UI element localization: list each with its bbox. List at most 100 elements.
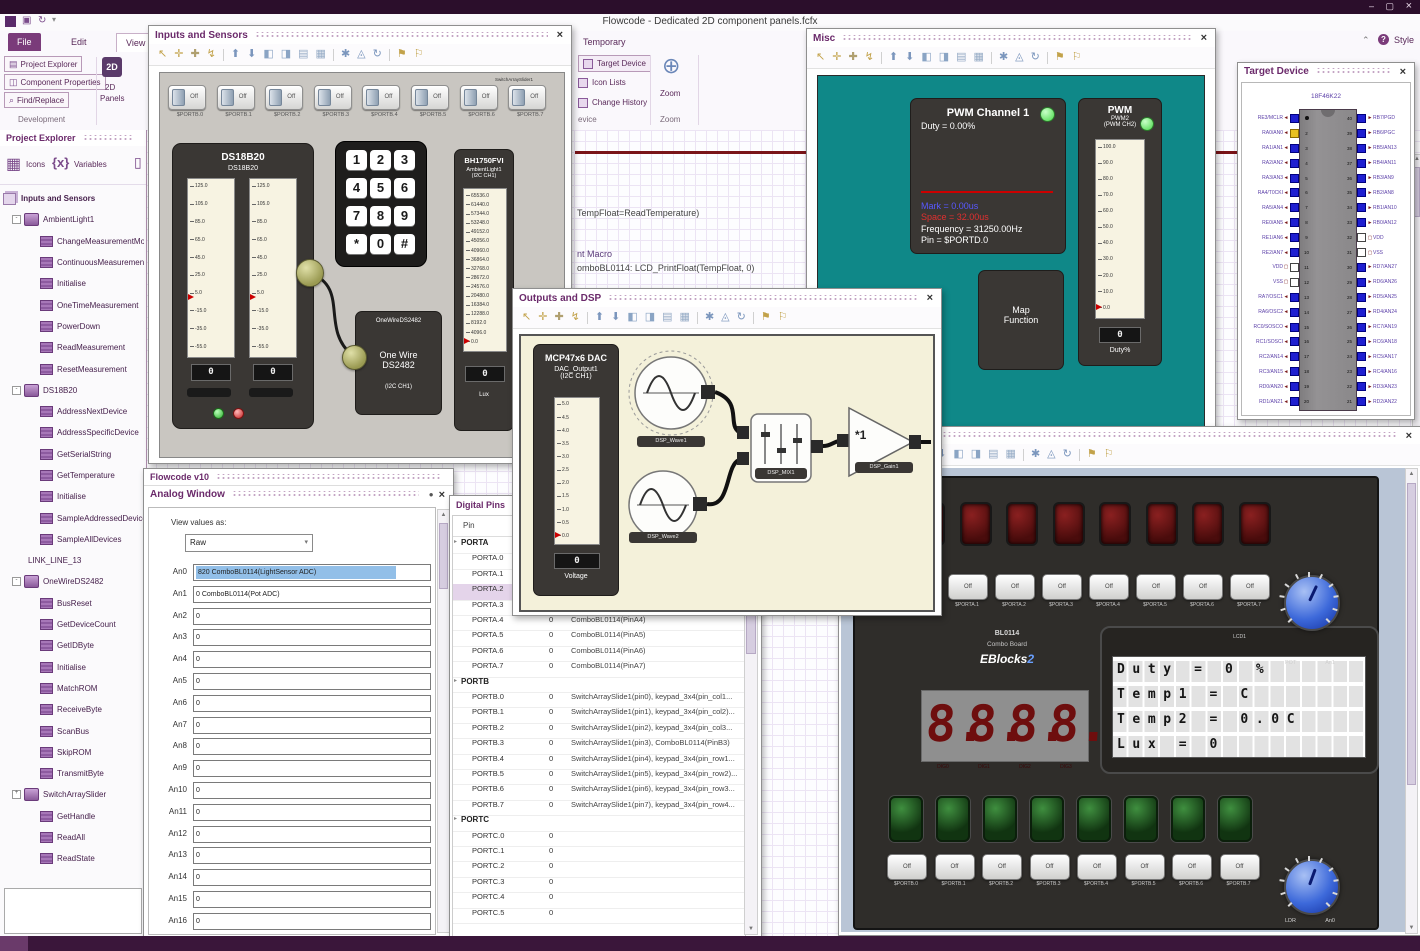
slide-switch[interactable]: Off — [508, 85, 547, 110]
pin-row[interactable]: PORTC.0 0 — [453, 831, 745, 846]
zoom-icon[interactable]: ⊕ — [662, 53, 680, 79]
analog-value-field[interactable]: 0 — [193, 607, 431, 625]
tree-item[interactable]: ReadState — [2, 848, 144, 869]
properties-tool-icon[interactable]: ✱ — [705, 312, 714, 323]
find-replace-button[interactable]: ⌕ Find/Replace — [4, 92, 70, 108]
align-right-icon[interactable]: ◨ — [645, 312, 655, 323]
slide-switch[interactable]: Off — [313, 85, 352, 110]
select-tool-icon[interactable]: ↖ — [522, 312, 531, 323]
tree-item[interactable]: AddressSpecificDevice — [2, 422, 144, 443]
tree-item[interactable]: PowerDown — [2, 316, 144, 337]
slide-switch[interactable]: Off — [362, 85, 401, 110]
keypad-key-7[interactable]: 7 — [346, 206, 367, 226]
pin-row[interactable]: PORTA.5 0 ComboBL0114(PinA5) — [453, 630, 745, 645]
keypad-key-9[interactable]: 9 — [394, 206, 415, 226]
keypad-key-1[interactable]: 1 — [346, 150, 367, 170]
map-function-block[interactable]: Map Function — [978, 270, 1064, 370]
distribute-icon[interactable]: ▤ — [662, 312, 672, 323]
analog-value-field[interactable]: 0 — [193, 738, 431, 756]
target-titlebar[interactable]: Target Device × — [1238, 63, 1414, 80]
pin-row[interactable]: PORTB.0 0 SwitchArraySlide1(pin0), keypad_… — [453, 692, 745, 707]
refresh-tool-icon[interactable]: ↻ — [373, 49, 382, 60]
flag-a-icon[interactable]: ⚑ — [1087, 449, 1097, 460]
board-switch[interactable]: Off — [1219, 854, 1260, 880]
tab-file[interactable]: File — [8, 33, 41, 51]
pan-tool-icon[interactable]: ✛ — [538, 312, 547, 323]
board-switch[interactable]: Off — [1042, 574, 1082, 600]
move-tool-icon[interactable]: ✚ — [190, 49, 199, 60]
tree-item[interactable]: OneTimeMeasurement — [2, 294, 144, 315]
tree-item[interactable]: GetSerialString — [2, 444, 144, 465]
flag-b-icon[interactable]: ⚐ — [778, 312, 788, 323]
inputs-titlebar[interactable]: Inputs and Sensors × — [149, 26, 571, 44]
refresh-tool-icon[interactable]: ↻ — [1063, 449, 1072, 460]
toggle-target-device[interactable]: Target Device — [578, 55, 651, 72]
scroll-thumb[interactable] — [1407, 483, 1416, 785]
analog-value-field[interactable]: 0 — [193, 694, 431, 712]
tree-item[interactable]: SkipROM — [2, 742, 144, 763]
flag-a-icon[interactable]: ⚑ — [761, 312, 771, 323]
keypad-key-8[interactable]: 8 — [370, 206, 391, 226]
close-icon[interactable]: × — [1398, 65, 1408, 79]
pin-row[interactable]: PORTA.4 0 ComboBL0114(PinA4) — [453, 615, 745, 630]
analog-titlebar[interactable]: Analog Window ● × — [144, 485, 453, 503]
rotate-tool-icon[interactable]: ↯ — [207, 49, 216, 60]
tree-item[interactable]: - AmbientLight1 — [2, 209, 144, 230]
tree-expander-icon[interactable]: + — [12, 790, 21, 800]
pin-row[interactable]: PORTA.7 0 ComboBL0114(PinA7) — [453, 661, 745, 676]
select-tool-icon[interactable]: ↖ — [158, 49, 167, 60]
pin-row[interactable]: PORTC.3 0 — [453, 877, 745, 892]
component-properties-button[interactable]: ◫ Component Properties — [4, 74, 106, 90]
analog-value-field[interactable]: 0 — [193, 869, 431, 887]
tab-edit[interactable]: Edit — [62, 33, 96, 51]
send-backward-icon[interactable]: ⬇ — [247, 49, 256, 60]
tree-item[interactable]: BusReset — [2, 593, 144, 614]
thermometer-scale-2[interactable]: 125.0 105.0 85.0 65.0 45.0 25.0 5.0 -15.0 -35.0 -… — [249, 178, 297, 358]
2d-icon[interactable]: 2D — [102, 57, 122, 77]
switch-handle[interactable] — [366, 89, 380, 106]
pin-row[interactable]: PORTB.2 0 SwitchArraySlide1(pin2), keypad_… — [453, 723, 745, 738]
icons-tab-label[interactable]: Icons — [26, 160, 45, 169]
align-right-icon[interactable]: ◨ — [939, 52, 949, 63]
simulate-tool-icon[interactable]: ◬ — [721, 312, 729, 323]
2d-panels-label-2[interactable]: Panels — [100, 94, 124, 103]
flag-b-icon[interactable]: ⚐ — [1104, 449, 1114, 460]
pin-row[interactable]: PORTB.6 0 SwitchArraySlide1(pin6), keypad_… — [453, 784, 745, 799]
tree-item[interactable]: Inputs and Sensors — [2, 188, 144, 209]
analog-value-field[interactable]: 0 — [193, 629, 431, 647]
board-switch[interactable]: Off — [982, 854, 1022, 880]
project-explorer-header[interactable]: Project Explorer — [0, 130, 146, 146]
pin-column-header[interactable]: Pin — [463, 521, 475, 530]
scroll-thumb[interactable] — [439, 523, 448, 589]
send-backward-icon[interactable]: ⬇ — [905, 52, 914, 63]
project-explorer-button[interactable]: ▤ Project Explorer — [4, 56, 83, 72]
rotate-tool-icon[interactable]: ↯ — [571, 312, 580, 323]
minimize-button[interactable]: – — [1369, 1, 1374, 11]
icons-tab-icon[interactable]: ▦ — [6, 154, 21, 174]
scroll-down-icon[interactable]: ▼ — [745, 926, 757, 932]
tree-item[interactable]: SampleAddressedDevice — [2, 507, 144, 528]
ldr-knob[interactable] — [1279, 854, 1341, 916]
tab-temporary[interactable]: Temporary — [574, 33, 635, 51]
pin-row[interactable]: PORTC.1 0 — [453, 846, 745, 861]
switch-handle[interactable] — [463, 89, 477, 106]
close-icon[interactable]: × — [555, 28, 565, 42]
dsp-mix-label[interactable]: DSP_MIX1 — [755, 468, 807, 479]
tree-item[interactable]: GetHandle — [2, 806, 144, 827]
analog-value-field[interactable]: 0 — [193, 760, 431, 778]
tree-item[interactable]: ChangeMeasurementMode — [2, 231, 144, 252]
properties-tool-icon[interactable]: ✱ — [341, 49, 350, 60]
dsp-wave2-label[interactable]: DSP_Wave2 — [629, 532, 697, 543]
keypad-key-6[interactable]: 6 — [394, 178, 415, 198]
grid-snap-icon[interactable]: ▦ — [680, 312, 690, 323]
zoom-button[interactable]: Zoom — [660, 89, 680, 98]
slide-switch[interactable]: Off — [168, 85, 206, 110]
misc-titlebar[interactable]: Misc × — [807, 29, 1215, 47]
analog-value-field[interactable]: 0 — [193, 673, 431, 690]
pin-row[interactable]: PORTB.4 0 SwitchArraySlide1(pin4), keypad_… — [453, 754, 745, 769]
board-switch[interactable]: Off — [1230, 574, 1270, 600]
board-switch[interactable]: Off — [1172, 854, 1212, 880]
undock-icon[interactable]: ● — [426, 490, 437, 499]
analog-value-field[interactable]: 0 — [193, 716, 431, 734]
close-button[interactable]: × — [1406, 0, 1412, 12]
